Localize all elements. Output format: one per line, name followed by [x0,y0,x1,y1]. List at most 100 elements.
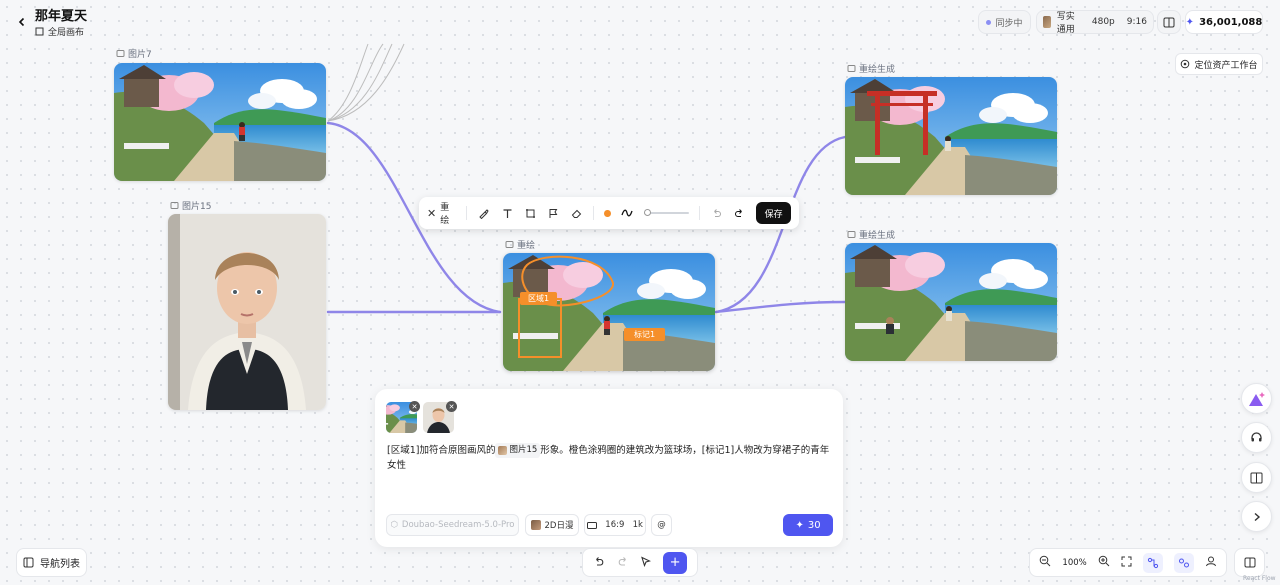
split-view-icon [1244,557,1255,568]
chevron-left-icon [18,17,25,27]
model-selector[interactable]: 写实通用 480p 9:16 [1036,10,1154,35]
add-node-button[interactable]: + [663,551,688,574]
region-tag[interactable]: 区域1 [520,292,558,305]
scene-image [503,253,715,371]
nav-list-button[interactable]: 导航列表 [16,548,87,577]
style-select[interactable]: 2D日漫 [525,514,579,536]
locate-label: 定位资产工作台 [1194,60,1258,71]
aspect-size-select[interactable]: 16:9 1k [584,514,646,536]
credits-value: 36,001,088 [1199,16,1263,28]
undo-icon[interactable] [593,556,605,570]
node-label-gen2: 重绘生成 [847,228,895,241]
auto-layout-icon[interactable] [1142,552,1163,573]
global-canvas-label: 全局画布 [48,28,85,38]
divider [593,206,595,220]
node-generated-1[interactable] [845,77,1057,195]
remove-reference-button[interactable]: ✕ [409,401,420,412]
node-label-img7: 图片7 [116,47,152,60]
chevron-right-icon [1254,512,1260,521]
brush-icon[interactable] [477,206,490,220]
panel-toggle-button[interactable] [1234,548,1265,577]
close-icon: ✕ [427,206,437,220]
image-icon [116,50,125,57]
image-icon [847,231,856,238]
aspect-ratio-icon [587,521,598,529]
inline-image-chip[interactable]: 图片15 [495,443,541,458]
node-image-7[interactable] [114,63,326,181]
project-title: 那年夏天 [35,9,88,24]
split-view-icon [1163,17,1175,27]
slider-knob[interactable] [643,209,651,216]
sync-dot-icon [986,19,992,25]
flag-icon[interactable] [547,206,560,220]
save-button[interactable]: 保存 [756,202,791,224]
zoom-controls: 100% [1029,548,1227,577]
guide-book-button[interactable] [1241,462,1272,493]
node-label-img15: 图片15 [170,199,211,212]
model-avatar [1043,16,1051,28]
prompt-panel: ✕ ✕ [区域1]加符合原图画风的 图片15 形象。橙色涂鸦圈的建筑改为篮球场，[标… [375,389,843,547]
scene-image [845,243,1057,361]
user-icon[interactable] [1205,555,1217,570]
prompt-input[interactable]: [区域1]加符合原图画风的 图片15 形象。橙色涂鸦圈的建筑改为篮球场，[标记1]人… [387,443,832,473]
back-button[interactable] [12,12,32,32]
sidebar-icon [23,557,34,568]
redraw-close-button[interactable]: ✕ 重绘 [427,200,456,226]
prompt-text-before: [区域1]加符合原图画风的 [387,445,496,456]
node-label-redraw: 重绘 [505,238,535,251]
scene-image [114,63,326,181]
headset-icon [1251,432,1262,442]
brush-size-slider[interactable] [643,209,689,216]
support-button[interactable] [1241,422,1272,453]
layout-toggle-button[interactable] [1157,10,1181,34]
zoom-level[interactable]: 100% [1062,558,1086,568]
redo-icon[interactable] [733,206,746,220]
boy-figure [239,122,245,141]
image-icon [170,202,179,209]
marker-tag[interactable]: 标记1 [624,328,666,341]
ai-assistant-button[interactable] [1241,383,1272,414]
node-generated-2[interactable] [845,243,1057,361]
eraser-icon[interactable] [570,206,583,220]
divider [698,206,700,220]
undo-icon[interactable] [710,206,723,220]
target-icon [1181,59,1190,69]
color-picker[interactable] [604,209,611,217]
select-cursor-icon[interactable] [640,555,652,570]
cube-icon: ⬡ [390,520,398,530]
sparkle-icon: ✦ [795,519,804,531]
fit-view-icon[interactable] [1121,556,1132,570]
text-tool-icon[interactable] [500,206,513,220]
book-icon [1250,472,1263,483]
girl-figure [945,136,951,151]
remove-reference-button[interactable]: ✕ [446,401,457,412]
chip-thumb [498,446,508,455]
mountain-sparkle-icon [1248,391,1265,406]
redo-icon[interactable] [617,556,629,570]
edge-faint [327,43,369,122]
zoom-out-icon[interactable] [1039,555,1051,570]
frame-icon [35,27,44,36]
connect-nodes-icon[interactable] [1173,552,1194,573]
girl-figure [946,306,952,321]
boy-figure [886,317,894,334]
style-thumb [530,520,541,530]
expand-panel-button[interactable] [1241,501,1272,532]
edge-faint [327,43,384,122]
global-canvas-link[interactable]: 全局画布 [35,25,84,38]
ratio-label: 9:16 [1126,17,1147,27]
crop-frame-icon[interactable] [524,206,537,220]
locate-asset-workbench-button[interactable]: 定位资产工作台 [1175,53,1263,75]
at-icon: @ [657,520,666,530]
node-image-15[interactable] [168,214,326,410]
resolution-label: 480p [1091,17,1115,27]
generate-button[interactable]: ✦ 30 [783,514,833,536]
image-icon [505,241,514,248]
zoom-in-icon[interactable] [1098,555,1110,570]
credits-balance[interactable]: ✦ 36,001,088 [1185,10,1263,34]
react-flow-attribution[interactable]: React Flow [1243,575,1276,582]
node-redraw[interactable]: 区域1 标记1 [503,253,715,371]
stroke-wave-icon[interactable] [621,206,634,220]
model-select[interactable]: ⬡ Doubao-Seedream-5.0-Pro [386,514,519,536]
mention-button[interactable]: @ [651,514,672,536]
